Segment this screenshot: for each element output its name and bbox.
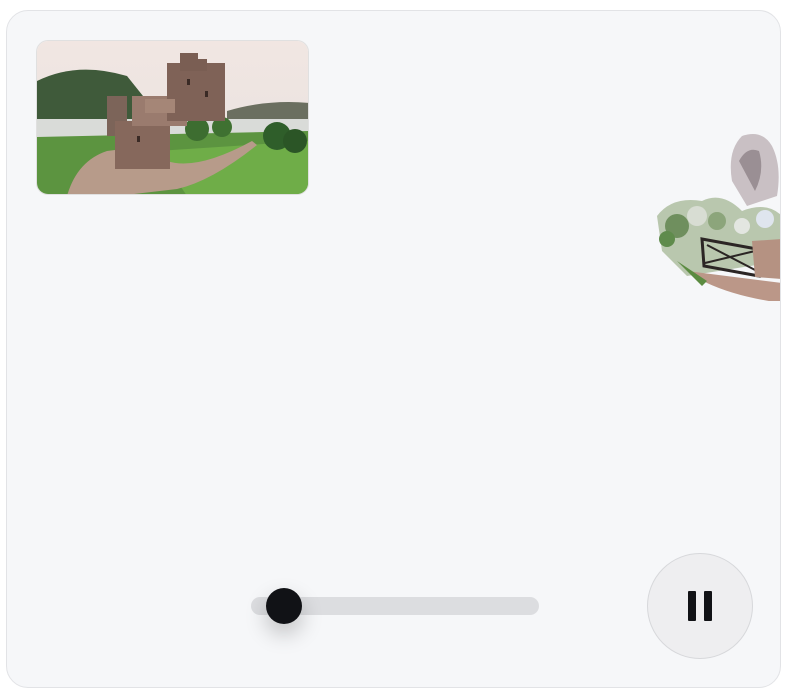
- castle-thumbnail: [36, 40, 309, 195]
- pause-button[interactable]: [647, 553, 753, 659]
- slider-thumb[interactable]: [266, 588, 303, 624]
- pause-bar-right: [704, 591, 712, 621]
- splat-fragment: [647, 121, 780, 301]
- pause-bar-left: [688, 591, 696, 621]
- pause-icon: [688, 591, 712, 621]
- progress-slider[interactable]: [251, 588, 539, 624]
- scene-viewer[interactable]: [6, 10, 781, 688]
